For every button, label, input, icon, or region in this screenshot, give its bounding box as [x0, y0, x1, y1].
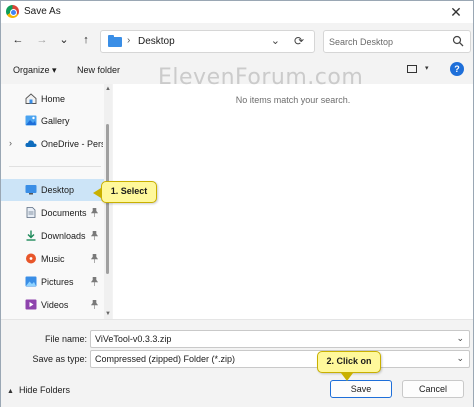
up-button[interactable]: ↑ [77, 31, 95, 49]
back-button[interactable]: ← [9, 31, 27, 49]
address-bar[interactable]: › Desktop ⌄ [100, 30, 315, 53]
search-icon [452, 35, 464, 47]
navigation-pane: Home Gallery › OneDrive - Perso Desktop … [1, 84, 104, 319]
sidebar-item-label: Home [41, 94, 66, 104]
view-icon[interactable] [407, 65, 417, 73]
cancel-button[interactable]: Cancel [402, 380, 464, 398]
videos-icon [25, 299, 37, 310]
expand-chevron-icon[interactable]: › [9, 138, 12, 148]
chevron-down-icon[interactable]: ⌄ [456, 353, 464, 364]
sidebar-item-desktop[interactable]: Desktop 📌 [1, 179, 104, 201]
chevron-down-icon[interactable]: ⌄ [456, 333, 464, 344]
pin-icon[interactable] [91, 254, 98, 263]
pin-icon[interactable] [91, 208, 98, 217]
pin-icon[interactable] [91, 300, 98, 309]
cloud-icon [25, 140, 37, 147]
pin-icon[interactable] [91, 231, 98, 240]
file-name-label: File name: [44, 334, 87, 344]
downloads-icon [26, 230, 36, 241]
breadcrumb-desktop[interactable]: Desktop [138, 36, 175, 47]
scroll-up-icon[interactable]: ▲ [105, 86, 111, 92]
window-title: Save As [24, 6, 61, 17]
sidebar-item-home[interactable]: Home [1, 88, 104, 110]
collapse-arrow-icon: ▲ [7, 388, 14, 395]
watermark: ElevenForum.com [158, 65, 364, 90]
navigation-bar: ← → ⌄ ↑ › Desktop ⌄ ⟳ [1, 27, 473, 55]
file-name-value[interactable]: ViVeTool-v0.3.3.zip [95, 334, 171, 344]
scroll-down-icon[interactable]: ▼ [105, 311, 111, 317]
title-bar: Save As ✕ [1, 1, 473, 23]
pin-icon[interactable] [91, 277, 98, 286]
close-button[interactable]: ✕ [439, 1, 473, 23]
file-list-pane[interactable]: No items match your search. [113, 84, 473, 319]
documents-icon [26, 207, 36, 218]
sidebar-item-gallery[interactable]: Gallery [1, 110, 104, 132]
save-button[interactable]: Save [330, 380, 392, 398]
breadcrumb-separator: › [127, 35, 131, 46]
gallery-icon [25, 115, 37, 126]
sidebar-item-music[interactable]: Music [1, 248, 104, 270]
sidebar-item-label: OneDrive - Perso [41, 139, 103, 149]
recent-locations-button[interactable]: ⌄ [55, 31, 73, 49]
save-as-type-label: Save as type: [32, 354, 87, 364]
forward-button[interactable]: → [33, 31, 51, 49]
sidebar-item-videos[interactable]: Videos [1, 294, 104, 316]
hide-folders-label: Hide Folders [18, 385, 70, 395]
search-box[interactable] [323, 30, 471, 53]
help-button[interactable]: ? [450, 62, 464, 76]
new-folder-button[interactable]: New folder [77, 65, 120, 75]
file-name-field[interactable]: ViVeTool-v0.3.3.zip ⌄ [90, 330, 470, 348]
refresh-button[interactable]: ⟳ [294, 34, 304, 48]
address-dropdown-button[interactable]: ⌄ [271, 34, 280, 47]
sidebar-item-onedrive[interactable]: › OneDrive - Perso [1, 133, 104, 155]
callout-step-1: 1. Select [93, 181, 157, 203]
sidebar-item-label: Gallery [41, 116, 70, 126]
hide-folders-button[interactable]: ▲ Hide Folders [7, 385, 70, 395]
home-icon [25, 93, 37, 104]
pictures-icon [25, 276, 37, 287]
callout-step-2: 2. Click on [317, 351, 381, 381]
save-as-type-select[interactable]: Compressed (zipped) Folder (*.zip) ⌄ [90, 350, 470, 368]
music-icon [26, 253, 36, 264]
folder-icon [108, 35, 122, 47]
desktop-icon [25, 185, 37, 195]
sidebar-item-pictures[interactable]: Pictures [1, 271, 104, 293]
save-as-dialog: Save As ✕ ← → ⌄ ↑ › Desktop ⌄ ⟳ Organize… [0, 0, 474, 407]
chrome-icon [6, 5, 19, 18]
search-input[interactable] [329, 35, 439, 49]
save-as-type-value[interactable]: Compressed (zipped) Folder (*.zip) [95, 354, 235, 364]
organize-button[interactable]: Organize ▾ [13, 65, 57, 76]
sidebar-item-downloads[interactable]: Downloads [1, 225, 104, 247]
sidebar-item-documents[interactable]: Documents [1, 202, 104, 224]
empty-message: No items match your search. [235, 95, 351, 105]
view-dropdown-button[interactable]: ▾ [425, 64, 429, 72]
divider [9, 166, 101, 167]
